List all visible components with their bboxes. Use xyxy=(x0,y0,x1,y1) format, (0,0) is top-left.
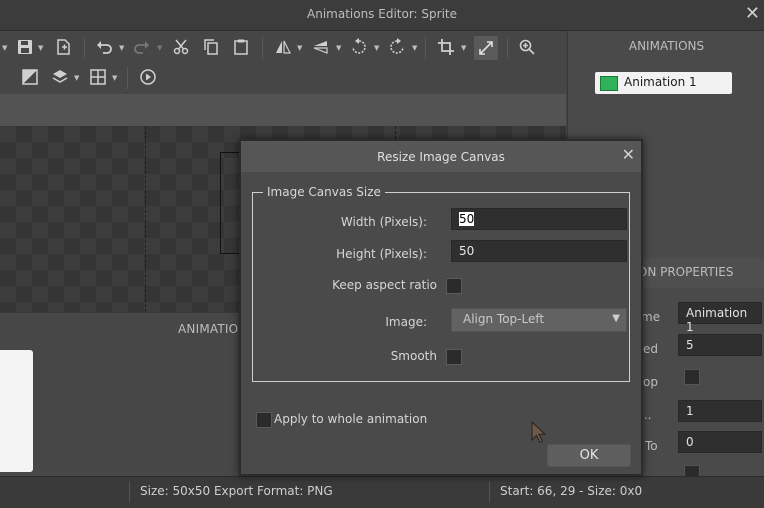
flip-horizontal-dropdown-icon[interactable]: ▼ xyxy=(297,38,303,58)
toolbar-separator xyxy=(127,67,128,89)
flip-horizontal-icon[interactable] xyxy=(273,38,293,58)
dialog-title: Resize Image Canvas xyxy=(377,150,505,164)
smooth-checkbox[interactable] xyxy=(446,349,462,365)
prop-label-to: To xyxy=(645,439,658,453)
window-titlebar: Animations Editor: Sprite ✕ xyxy=(0,0,764,31)
animation-list-item[interactable]: Animation 1 xyxy=(595,72,732,94)
width-label: Width (Pixels): xyxy=(340,215,427,229)
frames-panel-header: ANIMATIO xyxy=(178,322,239,336)
chevron-down-icon: ▼ xyxy=(612,313,620,324)
canvas-header-strip xyxy=(0,94,566,126)
redo-dropdown-icon[interactable]: ▼ xyxy=(157,38,163,58)
canvas-size-group: Image Canvas Size Width (Pixels): 50 Hei… xyxy=(252,185,630,382)
height-label: Height (Pixels): xyxy=(336,247,427,261)
grid-dropdown-icon[interactable]: ▼ xyxy=(112,68,118,88)
smooth-label: Smooth xyxy=(390,349,437,363)
color-adjust-icon[interactable] xyxy=(20,68,40,88)
canvas-guide-line xyxy=(145,126,146,312)
zoom-icon[interactable] xyxy=(517,38,537,58)
undo-dropdown-icon[interactable]: ▼ xyxy=(119,38,125,58)
image-align-select[interactable]: Align Top-Left ▼ xyxy=(451,308,627,332)
toolbar-separator xyxy=(84,37,85,59)
undo-icon[interactable] xyxy=(94,38,114,58)
film-strip-icon xyxy=(600,76,618,91)
status-selection: Start: 66, 29 - Size: 0x0 xyxy=(500,484,643,498)
group-title: Image Canvas Size xyxy=(263,185,385,199)
prop-label-speed: ed xyxy=(643,342,658,356)
frame-thumbnail[interactable] xyxy=(0,350,33,472)
resize-canvas-dialog: Resize Image Canvas ✕ Image Canvas Size … xyxy=(239,139,643,476)
prop-to-field[interactable]: 0 xyxy=(678,431,762,453)
width-input[interactable]: 50 xyxy=(451,208,627,230)
status-divider xyxy=(129,481,130,503)
height-input[interactable]: 50 xyxy=(451,240,627,262)
image-align-label: Image: xyxy=(385,315,427,329)
rotate-right-icon[interactable] xyxy=(387,38,407,58)
status-size-format: Size: 50x50 Export Format: PNG xyxy=(140,484,333,498)
dropdown-arrow-icon[interactable]: ▼ xyxy=(2,38,8,58)
copy-icon[interactable] xyxy=(201,38,221,58)
rotate-left-dropdown-icon[interactable]: ▼ xyxy=(374,38,380,58)
status-divider xyxy=(489,481,490,503)
image-align-value: Align Top-Left xyxy=(463,312,545,326)
toolbar-separator xyxy=(507,37,508,59)
toolbar-separator xyxy=(262,37,263,59)
prop-loop-checkbox[interactable] xyxy=(684,369,700,385)
window-close-icon[interactable]: ✕ xyxy=(745,3,760,24)
save-as-icon[interactable] xyxy=(53,38,73,58)
cut-icon[interactable] xyxy=(171,38,191,58)
keep-aspect-checkbox[interactable] xyxy=(446,278,462,294)
toolbar-separator xyxy=(425,37,426,59)
prop-label-loop: op xyxy=(643,375,658,389)
prop-label-name: me xyxy=(641,310,661,324)
layers-dropdown-icon[interactable]: ▼ xyxy=(74,68,80,88)
window-title: Animations Editor: Sprite xyxy=(307,7,457,21)
dialog-close-icon[interactable]: ✕ xyxy=(622,145,635,164)
width-input-value: 50 xyxy=(459,212,475,226)
animation-item-label: Animation 1 xyxy=(624,75,697,89)
prop-name-field[interactable]: Animation 1 xyxy=(678,302,762,334)
prop-speed-field[interactable]: 5 xyxy=(678,334,762,356)
ok-button[interactable]: OK xyxy=(547,444,631,467)
grid-icon[interactable] xyxy=(88,68,108,88)
resize-canvas-icon[interactable] xyxy=(474,36,498,60)
save-dropdown-icon[interactable]: ▼ xyxy=(38,38,44,58)
save-icon[interactable] xyxy=(15,38,35,58)
paste-icon[interactable] xyxy=(231,38,251,58)
flip-vertical-dropdown-icon[interactable]: ▼ xyxy=(336,38,342,58)
crop-dropdown-icon[interactable]: ▼ xyxy=(461,38,467,58)
redo-icon[interactable] xyxy=(132,38,152,58)
layers-icon[interactable] xyxy=(50,68,70,88)
rotate-right-dropdown-icon[interactable]: ▼ xyxy=(412,38,418,58)
prop-from-field[interactable]: 1 xyxy=(678,400,762,422)
apply-whole-animation-label: Apply to whole animation xyxy=(274,412,428,426)
mouse-cursor-icon xyxy=(531,421,547,444)
flip-vertical-icon[interactable] xyxy=(311,38,331,58)
toolbar: ▼ ▼ ▼ ▼ ▼ ▼ ▼ ▼ ▼ ▼ ▼ xyxy=(0,31,566,94)
apply-whole-animation-checkbox[interactable] xyxy=(256,412,272,428)
crop-icon[interactable] xyxy=(436,38,456,58)
rotate-left-icon[interactable] xyxy=(349,38,369,58)
status-bar: Size: 50x50 Export Format: PNG Start: 66… xyxy=(0,476,764,508)
keep-aspect-label: Keep aspect ratio xyxy=(332,278,437,292)
play-icon[interactable] xyxy=(138,68,158,88)
animations-panel-header: ANIMATIONS xyxy=(628,39,705,53)
